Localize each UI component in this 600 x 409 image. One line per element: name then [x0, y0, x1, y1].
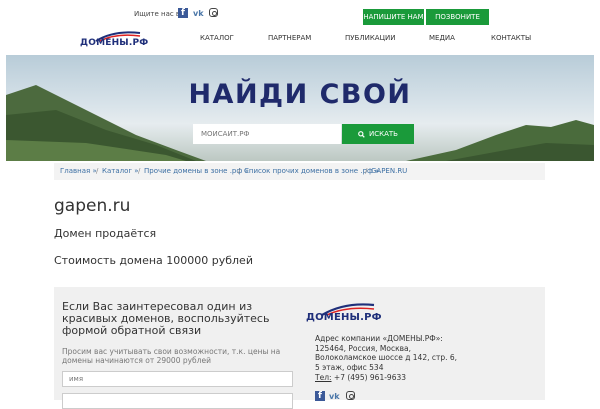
phone-label: Тел: [315, 372, 332, 382]
sale-status: Домен продаётся [54, 227, 157, 240]
breadcrumb-divider: / [365, 167, 368, 175]
nav-catalog[interactable]: КАТАЛОГ [200, 34, 234, 42]
write-us-button[interactable]: НАПИШИТЕ НАМ [363, 9, 424, 25]
logo-text: ДОМЕНЫ.РФ [80, 38, 149, 48]
find-us-label: Ищите нас в: [134, 10, 183, 18]
email-field[interactable] [62, 393, 293, 409]
phone-number[interactable]: +7 (495) 961-9633 [334, 373, 406, 382]
breadcrumb-other-domains[interactable]: Прочие домены в зоне .рф » [144, 163, 249, 180]
hero-banner: НАЙДИ СВОЙ ИСКАТЬ [6, 55, 594, 161]
instagram-icon[interactable] [209, 8, 218, 17]
contact-section: Если Вас заинтересовал один из красивых … [54, 287, 545, 409]
search-button-label: ИСКАТЬ [369, 130, 398, 138]
site-logo[interactable]: ДОМЕНЫ.РФ [80, 30, 148, 52]
instagram-icon[interactable] [346, 391, 355, 400]
breadcrumb-divider: / [96, 167, 99, 175]
contact-form-note: Просим вас учитывать свои возможности, т… [62, 347, 281, 365]
address-line: Адрес компании «ДОМЕНЫ.РФ»: [315, 334, 443, 343]
contact-form-title: Если Вас заинтересовал один из красивых … [62, 300, 270, 337]
vk-icon[interactable]: vk [193, 9, 204, 18]
domain-name-heading: gapen.ru [54, 196, 131, 216]
footer-logo: ДОМЕНЫ.РФ [306, 302, 382, 328]
address-line: 125464, Россия, Москва, [315, 343, 412, 353]
company-address: Адрес компании «ДОМЕНЫ.РФ»: 125464, Росс… [315, 334, 505, 383]
call-us-button[interactable]: ПОЗВОНИТЕ НАМ [426, 9, 489, 37]
domain-search-input[interactable] [193, 124, 341, 144]
domain-price: Стоимость домена 100000 рублей [54, 254, 253, 267]
breadcrumb: Главная » / Каталог » / Прочие домены в … [54, 163, 545, 180]
facebook-icon[interactable]: f [178, 8, 188, 18]
search-button[interactable]: ИСКАТЬ [342, 124, 414, 144]
name-field[interactable] [62, 371, 293, 387]
nav-partners[interactable]: ПАРТНЕРАМ [268, 34, 311, 42]
breadcrumb-current: GAPEN.RU [371, 167, 408, 175]
address-line: 5 этаж, офис 534 [315, 363, 384, 373]
nav-contacts[interactable]: КОНТАКТЫ [491, 34, 531, 42]
breadcrumb-home[interactable]: Главная » [60, 163, 97, 180]
site-header: Ищите нас в: f vk НАПИШИТЕ НАМ ПОЗВОНИТЕ… [0, 0, 600, 56]
breadcrumb-divider: / [138, 167, 141, 175]
breadcrumb-catalog[interactable]: Каталог » [102, 163, 139, 180]
search-icon [358, 130, 365, 138]
nav-media[interactable]: МЕДИА [429, 34, 455, 42]
nav-publications[interactable]: ПУБЛИКАЦИИ [345, 34, 396, 42]
address-line: Волоколамское шоссе д 142, стр. 6, [315, 353, 458, 363]
breadcrumb-divider: / [238, 167, 241, 175]
phone-line: Тел: +7 (495) 961-9633 [315, 373, 505, 383]
breadcrumb-domain-list[interactable]: Список прочих доменов в зоне .рф » [244, 163, 380, 180]
hero-title: НАЙДИ СВОЙ [188, 79, 412, 110]
logo-text: ДОМЕНЫ.РФ [306, 312, 382, 323]
